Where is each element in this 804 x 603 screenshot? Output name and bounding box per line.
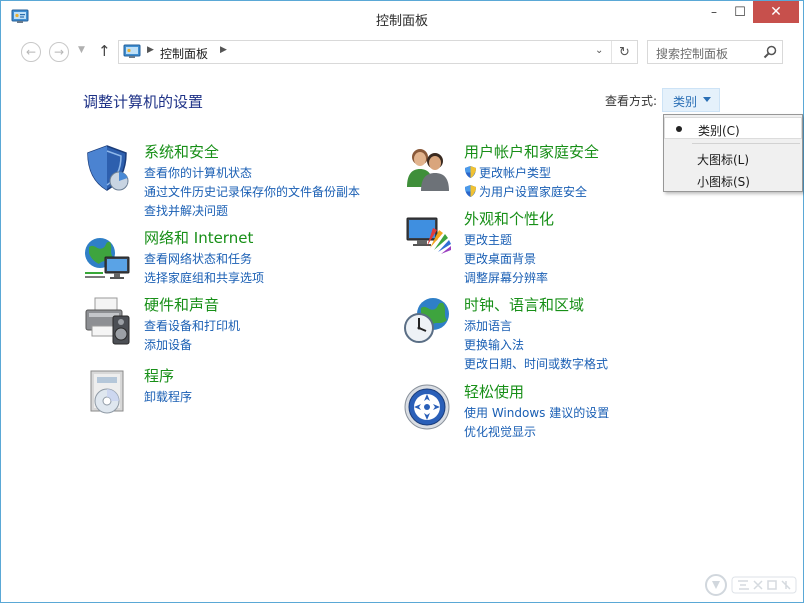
network-globe-icon[interactable]	[83, 233, 133, 283]
shield-icon[interactable]	[83, 143, 133, 193]
link-uninstall-program[interactable]: 卸载程序	[144, 388, 192, 405]
watermark-logo	[704, 571, 800, 599]
menu-item-category-label: 类别(C)	[698, 122, 740, 139]
link-recommended-settings[interactable]: 使用 Windows 建议的设置	[464, 404, 609, 421]
clock-globe-icon[interactable]	[403, 296, 453, 346]
category-title-ease-of-access[interactable]: 轻松使用	[464, 381, 524, 402]
breadcrumb-separator-icon[interactable]: ▶	[147, 45, 154, 55]
programs-disc-icon[interactable]	[83, 367, 133, 417]
title-bar[interactable]: 控制面板 – ☐ ✕	[1, 1, 803, 35]
search-placeholder: 搜索控制面板	[656, 45, 728, 62]
view-by-label: 查看方式:	[605, 92, 657, 109]
address-dropdown-icon[interactable]: ⌄	[595, 45, 603, 56]
menu-item-large-icons-label: 大图标(L)	[697, 151, 749, 168]
link-optimize-visual-display[interactable]: 优化视觉显示	[464, 423, 536, 440]
breadcrumb-separator-icon[interactable]: ▶	[220, 45, 227, 55]
link-network-status[interactable]: 查看网络状态和任务	[144, 250, 252, 267]
address-bar[interactable]: ▶ 控制面板 ▶ ⌄ ↻	[118, 40, 638, 64]
up-arrow-icon: ↑	[98, 42, 111, 60]
link-change-desktop-background[interactable]: 更改桌面背景	[464, 250, 536, 267]
category-title-system-security[interactable]: 系统和安全	[144, 141, 219, 162]
link-add-device[interactable]: 添加设备	[144, 336, 192, 353]
link-troubleshoot[interactable]: 查找并解决问题	[144, 202, 228, 219]
maximize-button[interactable]: ☐	[727, 1, 753, 23]
close-button[interactable]: ✕	[753, 1, 799, 23]
link-family-safety[interactable]: 为用户设置家庭安全	[464, 183, 587, 200]
up-button[interactable]: ↑	[98, 42, 111, 60]
link-change-theme[interactable]: 更改主题	[464, 231, 512, 248]
search-icon[interactable]	[762, 44, 778, 60]
link-adjust-resolution[interactable]: 调整屏幕分辨率	[464, 269, 548, 286]
link-devices-printers[interactable]: 查看设备和打印机	[144, 317, 240, 334]
menu-item-large-icons[interactable]: 大图标(L)	[664, 147, 802, 169]
category-title-user-accounts[interactable]: 用户帐户和家庭安全	[464, 141, 599, 162]
back-arrow-icon: ←	[26, 45, 36, 59]
forward-button[interactable]: →	[49, 42, 69, 62]
view-by-dropdown[interactable]: 类别	[662, 88, 720, 112]
navigation-bar: ← → ▼ ↑ ▶ 控制面板 ▶ ⌄ ↻ 搜索控制面板	[1, 35, 803, 69]
chevron-down-icon: ▼	[78, 45, 85, 55]
ease-of-access-icon[interactable]	[403, 383, 453, 433]
refresh-icon: ↻	[619, 45, 630, 60]
close-icon: ✕	[770, 4, 782, 20]
view-by-menu: 类别(C) 大图标(L) 小图标(S)	[663, 114, 803, 192]
maximize-icon: ☐	[734, 5, 746, 20]
category-title-network-internet[interactable]: 网络和 Internet	[144, 227, 253, 248]
category-title-hardware-sound[interactable]: 硬件和声音	[144, 294, 219, 315]
link-add-language[interactable]: 添加语言	[464, 317, 512, 334]
refresh-button[interactable]: ↻	[611, 41, 637, 63]
control-panel-location-icon	[123, 44, 141, 60]
breadcrumb-control-panel[interactable]: 控制面板	[160, 45, 208, 62]
link-family-safety-label: 为用户设置家庭安全	[479, 185, 587, 199]
link-change-account-type-label: 更改帐户类型	[479, 166, 551, 180]
menu-item-small-icons[interactable]: 小图标(S)	[664, 169, 802, 191]
window-title: 控制面板	[1, 10, 803, 29]
dropdown-arrow-icon	[703, 97, 711, 102]
printer-speaker-icon[interactable]	[83, 296, 133, 346]
minimize-button[interactable]: –	[701, 1, 727, 23]
forward-arrow-icon: →	[54, 45, 64, 59]
link-view-computer-status[interactable]: 查看你的计算机状态	[144, 164, 252, 181]
uac-shield-icon	[464, 184, 477, 198]
page-title: 调整计算机的设置	[83, 91, 203, 112]
uac-shield-icon	[464, 165, 477, 179]
link-change-account-type[interactable]: 更改帐户类型	[464, 164, 551, 181]
appearance-monitor-icon[interactable]	[403, 212, 453, 262]
link-file-history-backup[interactable]: 通过文件历史记录保存你的文件备份副本	[144, 183, 360, 200]
menu-item-small-icons-label: 小图标(S)	[697, 173, 750, 190]
minimize-icon: –	[711, 5, 717, 19]
link-homegroup-sharing[interactable]: 选择家庭组和共享选项	[144, 269, 264, 286]
view-by-value: 类别	[673, 95, 697, 109]
link-change-date-time-format[interactable]: 更改日期、时间或数字格式	[464, 355, 608, 372]
category-title-programs[interactable]: 程序	[144, 365, 174, 386]
recent-locations-button[interactable]: ▼	[78, 45, 85, 55]
control-panel-window: 控制面板 – ☐ ✕ ← → ▼ ↑	[0, 0, 804, 603]
menu-item-category[interactable]: 类别(C)	[664, 117, 802, 139]
link-change-input-method[interactable]: 更换输入法	[464, 336, 524, 353]
menu-separator	[692, 143, 800, 144]
search-input[interactable]: 搜索控制面板	[647, 40, 783, 64]
back-button[interactable]: ←	[21, 42, 41, 62]
category-title-clock-language-region[interactable]: 时钟、语言和区域	[464, 294, 584, 315]
radio-bullet-icon	[676, 126, 682, 132]
category-title-appearance[interactable]: 外观和个性化	[464, 208, 554, 229]
users-icon[interactable]	[403, 143, 453, 193]
